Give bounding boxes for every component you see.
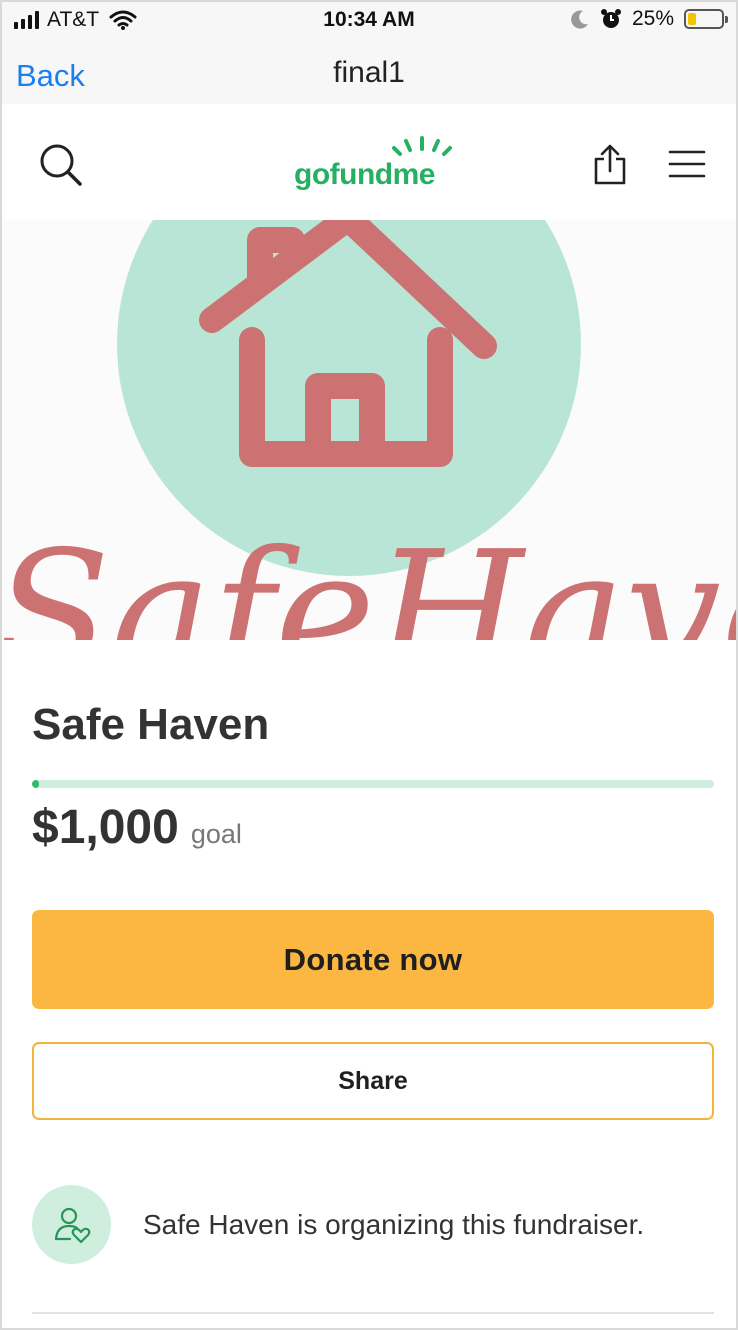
moon-icon: [570, 9, 590, 29]
gofundme-logo[interactable]: gofundme: [294, 136, 454, 192]
goal-amount: $1,000: [32, 801, 179, 854]
battery-percent: 25%: [631, 7, 674, 30]
goal-amount-row: $1,000 goal: [32, 800, 242, 855]
organizer-heart-icon: [32, 1185, 111, 1264]
logo-sunburst-icon: [392, 136, 452, 156]
donate-now-button[interactable]: Donate now: [32, 910, 714, 1009]
navigation-bar: Back final1: [0, 44, 738, 104]
section-divider: [32, 1312, 714, 1314]
status-bar: AT&T 10:34 AM 25%: [0, 0, 738, 40]
logo-wordmark: gofundme: [294, 158, 435, 191]
progress-fill: [32, 780, 39, 788]
campaign-hero-image: SafeHaven: [0, 220, 738, 640]
battery-icon: [684, 9, 728, 29]
goal-label: goal: [190, 819, 242, 849]
search-icon[interactable]: [36, 140, 86, 190]
alarm-icon: [600, 8, 622, 30]
progress-bar: [32, 780, 714, 788]
nav-title: final1: [333, 56, 405, 89]
campaign-title: Safe Haven: [32, 700, 270, 749]
site-header: gofundme: [0, 104, 738, 220]
hero-logo-text: SafeHaven: [0, 515, 738, 640]
organizer-row: Safe Haven is organizing this fundraiser…: [32, 1185, 644, 1264]
organizer-text: Safe Haven is organizing this fundraiser…: [143, 1208, 645, 1240]
ios-top-bar: AT&T 10:34 AM 25% Back final1: [0, 0, 738, 104]
menu-icon[interactable]: [666, 144, 708, 184]
share-button[interactable]: Share: [32, 1042, 714, 1120]
share-upload-icon[interactable]: [588, 140, 632, 190]
